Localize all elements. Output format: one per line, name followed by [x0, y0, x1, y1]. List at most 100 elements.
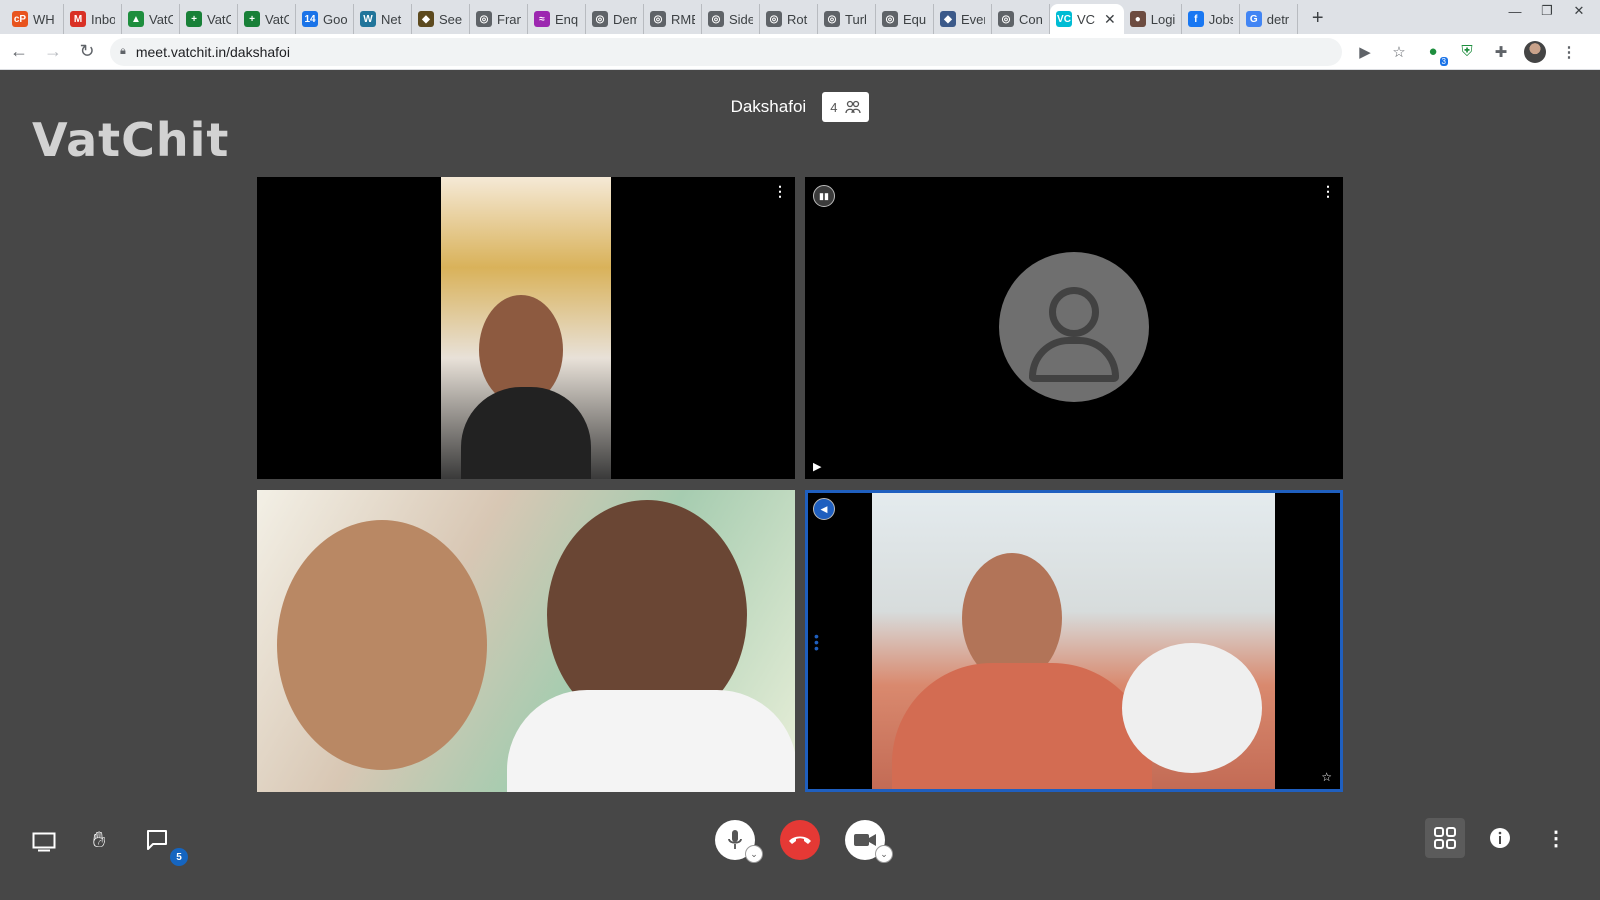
hang-up-button[interactable] [780, 820, 820, 860]
tab-title: VatC [265, 11, 289, 27]
browser-tab[interactable]: + VatC [180, 4, 238, 34]
browser-tab[interactable]: ◎ Rot [760, 4, 818, 34]
monitor-icon [32, 832, 56, 852]
participant-shoulders [892, 663, 1152, 789]
browser-tab[interactable]: ◆ Ever [934, 4, 992, 34]
tile-more-icon[interactable]: ⋮ [1321, 183, 1335, 200]
browser-tab[interactable]: ◎ Equ [876, 4, 934, 34]
video-options-button[interactable]: ⌄ [875, 845, 893, 863]
wordpress-logo-icon: W [360, 11, 376, 27]
address-bar[interactable]: 🔒︎ meet.vatchit.in/dakshafoi [110, 37, 1342, 66]
participant-shoulders [507, 690, 795, 792]
grid-icon [1434, 827, 1456, 849]
tab-title: RMB [671, 11, 695, 27]
browser-tab[interactable]: ◆ Seel [412, 4, 470, 34]
share-screen-button[interactable] [30, 828, 58, 856]
minimize-button[interactable]: — [1500, 0, 1530, 22]
people-icon [845, 100, 862, 114]
browser-tab[interactable]: VC VC ✕ [1050, 4, 1124, 34]
browser-tab[interactable]: ◎ Con [992, 4, 1050, 34]
tile-participant-3[interactable] [257, 490, 795, 792]
reload-button[interactable]: ↻ [72, 37, 102, 67]
more-options-button[interactable]: ⋮ [1544, 824, 1568, 852]
lock-icon: 🔒︎ [120, 45, 126, 57]
tab-title: WH [33, 11, 55, 27]
browser-tabstrip: cP WH M Inbo ▲ VatC + VatC + VatC 14 Goo W Net ◆ Seel ◎ F… [0, 0, 1600, 34]
globe-icon-icon: ◎ [824, 11, 840, 27]
browser-tab[interactable]: ◎ Dem [586, 4, 644, 34]
vatchit-logo-icon: VC [1056, 11, 1072, 27]
close-window-button[interactable]: ✕ [1564, 0, 1594, 22]
extension-shield-icon[interactable]: ⛨ [1456, 41, 1478, 63]
participant-video [257, 490, 795, 792]
microphone-icon [728, 830, 742, 849]
tile-view-button[interactable] [1425, 818, 1465, 858]
globe-icon-icon: ◎ [766, 11, 782, 27]
avatar-head [1049, 287, 1099, 337]
browser-tab[interactable]: ◎ Fran [470, 4, 528, 34]
browser-tab[interactable]: 14 Goo [296, 4, 354, 34]
globe-icon-icon: ◎ [708, 11, 724, 27]
camera-in-use-icon[interactable]: ▶ [1354, 41, 1376, 63]
browser-tab[interactable]: ◎ RMB [644, 4, 702, 34]
extension-chat-icon[interactable]: ● 3 [1422, 41, 1448, 66]
browser-tab[interactable]: ◎ Side [702, 4, 760, 34]
chat-icon [147, 830, 167, 850]
participant-count: 4 [830, 99, 838, 115]
tab-title: Dem [613, 11, 637, 27]
tab-title: Goo [323, 11, 347, 27]
browser-tab[interactable]: ≈ Enq [528, 4, 586, 34]
meeting-title: Dakshafoi [730, 97, 807, 116]
browser-tab[interactable]: W Net [354, 4, 412, 34]
participant-count-button[interactable]: 4 [822, 92, 870, 122]
bookmark-star-icon[interactable]: ☆ [1388, 41, 1410, 63]
globe-icon-icon: ◎ [592, 11, 608, 27]
close-tab-icon[interactable]: ✕ [1104, 11, 1116, 28]
extensions-puzzle-icon[interactable]: ✚ [1490, 41, 1512, 63]
tile-participant-1[interactable]: ⋮ [257, 177, 795, 479]
tab-title: Rot [787, 11, 808, 27]
tab-title: VatC [207, 11, 231, 27]
browser-tab[interactable]: ◎ Turl [818, 4, 876, 34]
browser-tab[interactable]: + VatC [238, 4, 296, 34]
globe-icon-icon: ◎ [650, 11, 666, 27]
tab-title: Fran [497, 11, 521, 27]
background-chair [1122, 643, 1262, 773]
restore-button[interactable]: ❐ [1532, 0, 1562, 22]
google-calendar-logo-icon: 14 [302, 11, 318, 27]
browser-tab[interactable]: fJobs [1182, 4, 1240, 34]
window-controls: — ❐ ✕ [1500, 0, 1594, 22]
new-tab-button[interactable]: + [1304, 4, 1332, 32]
forward-button[interactable]: → [38, 37, 68, 67]
tile-participant-2[interactable]: ▮▮ ⋮ ▶︎ [805, 177, 1343, 479]
browser-tab[interactable]: Gdetr [1240, 4, 1298, 34]
info-button[interactable] [1488, 826, 1512, 850]
tile-participant-4[interactable]: ◀ • • • ☆ [805, 490, 1343, 792]
extension-badge: 3 [1439, 56, 1448, 66]
browser-tab[interactable]: cP WH [6, 4, 64, 34]
browser-tab[interactable]: ▲ VatC [122, 4, 180, 34]
audio-options-button[interactable]: ⌄ [745, 845, 763, 863]
tab-title: Seel [439, 11, 463, 27]
browser-tab[interactable]: M Inbo [64, 4, 122, 34]
chat-button[interactable] [143, 826, 171, 854]
tab-title: Turl [845, 11, 867, 27]
tab-title: Jobs [1208, 11, 1233, 27]
google-drive-logo-icon: ▲ [128, 11, 144, 27]
google-sheets-logo-icon: + [244, 11, 260, 27]
browser-menu-icon[interactable]: ⋮ [1558, 41, 1580, 63]
raise-hand-button[interactable]: ✋︎ [85, 824, 113, 856]
globe-icon-icon: ◎ [882, 11, 898, 27]
profile-avatar[interactable] [1524, 40, 1546, 63]
globe-icon-icon: ◎ [476, 11, 492, 27]
browser-tab[interactable]: ● Logi [1124, 4, 1182, 34]
facebook-logo-icon: f [1187, 11, 1204, 27]
google-sheets-logo-icon: + [186, 11, 202, 27]
tile-more-icon[interactable]: ⋮ [773, 183, 787, 200]
participant-face [277, 520, 487, 770]
back-button[interactable]: ← [4, 37, 34, 67]
tab-title: Inbo [91, 11, 115, 27]
pin-star-icon[interactable]: ☆ [1321, 770, 1332, 784]
speaking-dots-icon: • • • [814, 628, 819, 656]
toolbar-icons: ▶ ☆ ● 3 ⛨ ✚ ⋮ [1354, 40, 1580, 66]
